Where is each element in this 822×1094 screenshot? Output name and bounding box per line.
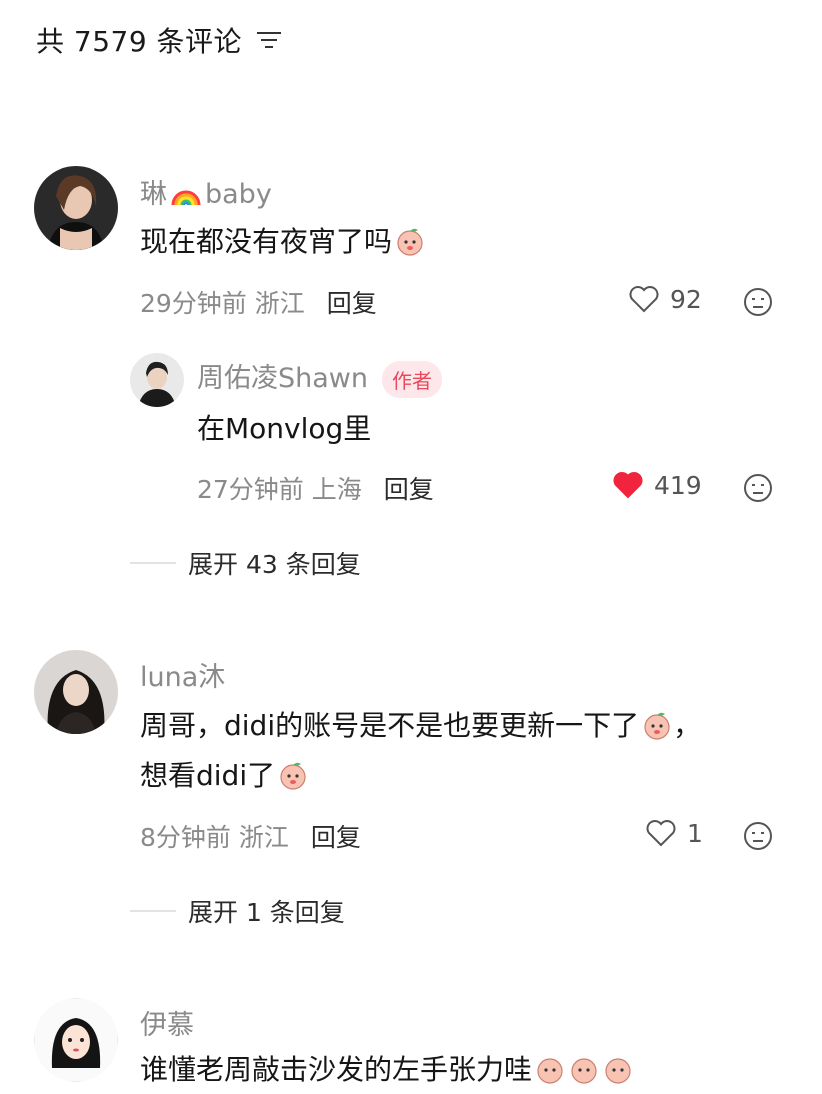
like-button[interactable]: 419 (612, 470, 702, 500)
comment-text-line: 想看didi了 (140, 752, 309, 800)
peach-sticker-icon (605, 1058, 631, 1084)
reply-meta: 27分钟前 上海 回复 (197, 470, 434, 506)
rainbow-icon (171, 190, 201, 206)
like-count: 419 (654, 470, 702, 500)
like-count: 1 (687, 818, 703, 848)
peach-sticker-icon (644, 712, 670, 740)
avatar[interactable] (34, 166, 118, 250)
dislike-face-icon[interactable] (742, 820, 774, 852)
peach-sticker-icon (571, 1058, 597, 1084)
comment-text: 谁懂老周敲击沙发的左手张力哇 (140, 1046, 634, 1094)
author-badge: 作者 (382, 361, 442, 398)
comment-count-title: 共 7579 条评论 (36, 25, 243, 58)
expand-replies-button[interactable]: 展开 43 条回复 (130, 545, 361, 581)
dislike-face-icon[interactable] (742, 286, 774, 318)
reply-avatar[interactable] (130, 353, 184, 407)
peach-sticker-icon (280, 762, 306, 790)
comment-meta: 29分钟前 浙江 回复 (140, 284, 377, 320)
comment-username[interactable]: 伊慕 (140, 1003, 194, 1042)
sort-lines-icon[interactable] (256, 29, 282, 51)
expand-replies-button[interactable]: 展开 1 条回复 (130, 893, 345, 929)
like-button[interactable]: 92 (628, 284, 702, 314)
divider (130, 910, 176, 912)
comment-text: 现在都没有夜宵了吗 (140, 218, 426, 266)
reply-username[interactable]: 周佑凌Shawn 作者 (197, 356, 442, 398)
comment-meta: 8分钟前 浙江 回复 (140, 818, 361, 854)
comment-username[interactable]: 琳 baby (140, 172, 272, 211)
like-button[interactable]: 1 (645, 818, 703, 848)
comments-header: 共 7579 条评论 (36, 20, 282, 60)
comment-text-line: 周哥，didi的账号是不是也要更新一下了 ， (140, 709, 702, 742)
avatar[interactable] (34, 650, 118, 734)
peach-sticker-icon (537, 1058, 563, 1084)
divider (130, 562, 176, 564)
dislike-face-icon[interactable] (742, 472, 774, 504)
reply-button[interactable]: 回复 (384, 470, 434, 506)
reply-button[interactable]: 回复 (327, 284, 377, 320)
heart-outline-icon (629, 286, 659, 313)
reply-button[interactable]: 回复 (311, 818, 361, 854)
heart-outline-icon (646, 820, 676, 847)
comment-username[interactable]: luna沐 (140, 655, 225, 694)
like-count: 92 (670, 284, 702, 314)
reply-text: 在Monvlog里 (197, 412, 372, 445)
avatar[interactable] (34, 998, 118, 1082)
heart-filled-icon (613, 472, 643, 499)
peach-sticker-icon (397, 228, 423, 256)
